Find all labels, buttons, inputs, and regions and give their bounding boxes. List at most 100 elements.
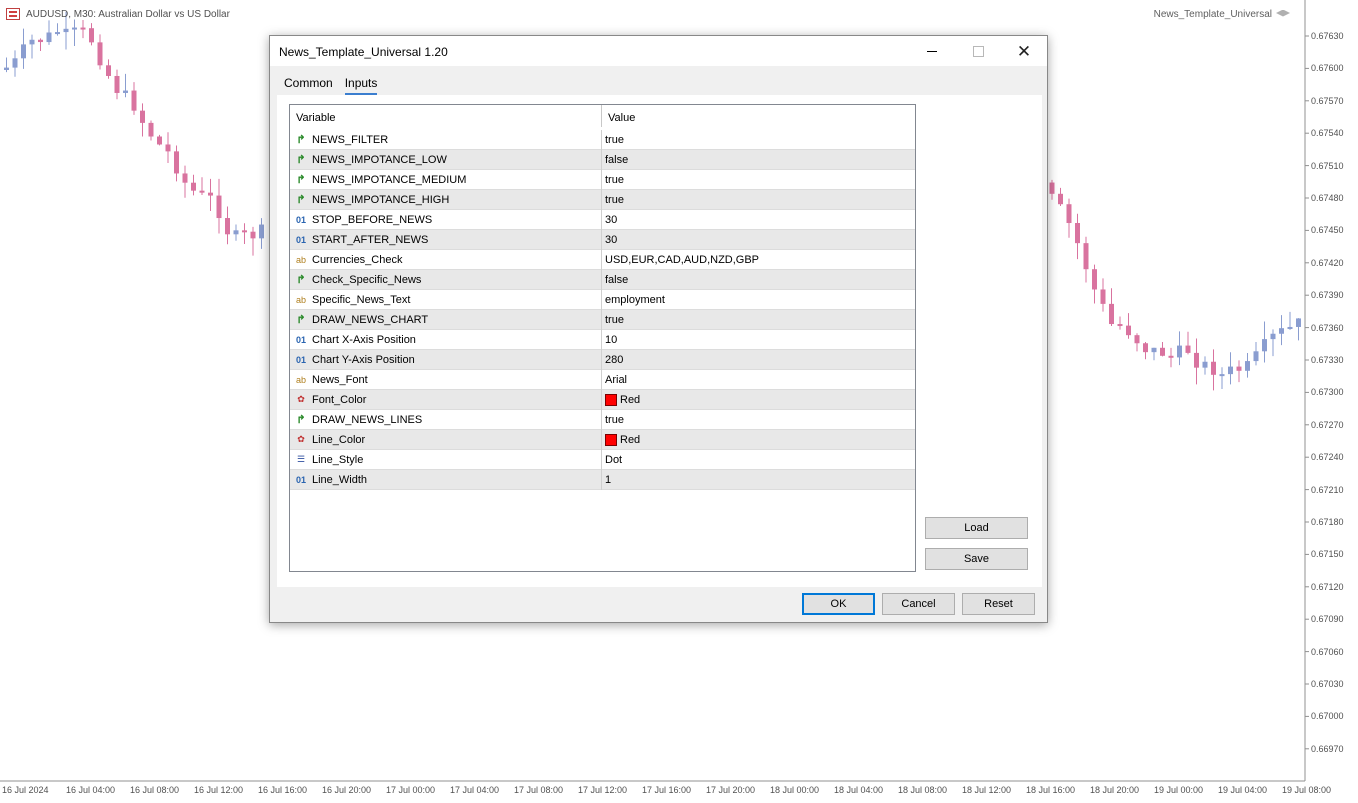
input-row[interactable]: ↱ NEWS_IMPOTANCE_LOW false <box>290 149 915 170</box>
int-icon: 01 <box>295 474 306 485</box>
input-row[interactable]: ab Specific_News_Text employment <box>290 289 915 310</box>
input-row[interactable]: ↱ DRAW_NEWS_LINES true <box>290 409 915 430</box>
time-tick-label: 16 Jul 2024 <box>2 785 49 795</box>
input-value-cell[interactable]: true <box>602 410 915 430</box>
time-tick-label: 18 Jul 04:00 <box>834 785 884 795</box>
expert-advisor-name: News_Template_Universal <box>1153 9 1272 20</box>
input-value-cell[interactable]: employment <box>602 290 915 310</box>
price-tick-label: 0.67480 <box>1311 193 1344 203</box>
input-variable-cell[interactable]: ab Specific_News_Text <box>290 289 602 310</box>
input-value-cell[interactable]: 30 <box>602 230 915 250</box>
input-variable-cell[interactable]: ↱ DRAW_NEWS_LINES <box>290 409 602 430</box>
input-row[interactable]: ↱ DRAW_NEWS_CHART true <box>290 309 915 330</box>
time-tick-label: 17 Jul 04:00 <box>450 785 500 795</box>
graduation-cap-icon <box>1276 9 1290 17</box>
input-value-cell[interactable]: 1 <box>602 470 915 490</box>
input-value-cell[interactable]: 10 <box>602 330 915 350</box>
save-button[interactable]: Save <box>925 548 1028 570</box>
tab-inputs[interactable]: Inputs <box>344 76 378 95</box>
input-variable-cell[interactable]: 01 Chart X-Axis Position <box>290 329 602 350</box>
column-header-value[interactable]: Value <box>602 105 915 127</box>
input-variable-cell[interactable]: ☰ Line_Style <box>290 449 602 470</box>
input-variable-cell[interactable]: ↱ Check_Specific_News <box>290 269 602 290</box>
minimize-button[interactable] <box>909 36 955 66</box>
price-tick-label: 0.67210 <box>1311 484 1344 495</box>
candlestick <box>21 28 26 69</box>
input-value-text: 30 <box>605 233 618 246</box>
chart-symbol-title: AUDUSD, M30: Australian Dollar vs US Dol… <box>26 8 230 20</box>
candlestick <box>1126 313 1131 339</box>
input-variable-cell[interactable]: 01 Line_Width <box>290 469 602 490</box>
input-variable-cell[interactable]: ab News_Font <box>290 369 602 390</box>
input-row[interactable]: ↱ NEWS_FILTER true <box>290 129 915 150</box>
input-value-cell[interactable]: true <box>602 310 915 330</box>
candlestick <box>242 223 247 245</box>
grid-rows: ↱ NEWS_FILTER true ↱ NEWS_IMPOTANCE_LOW false… <box>290 129 915 490</box>
input-value-cell[interactable]: 30 <box>602 210 915 230</box>
price-tick-label: 0.67030 <box>1311 679 1344 689</box>
input-value-text: USD,EUR,CAD,AUD,NZD,GBP <box>605 253 760 266</box>
candlestick <box>208 178 213 212</box>
input-value-cell[interactable]: false <box>602 150 915 170</box>
input-value-cell[interactable]: true <box>602 190 915 210</box>
input-row[interactable]: ↱ NEWS_IMPOTANCE_HIGH true <box>290 189 915 210</box>
input-variable-cell[interactable]: 01 START_AFTER_NEWS <box>290 229 602 250</box>
input-variable-cell[interactable]: ↱ NEWS_IMPOTANCE_HIGH <box>290 189 602 210</box>
input-variable-cell[interactable]: ✿ Line_Color <box>290 429 602 450</box>
chart-menu-icon[interactable] <box>6 8 20 20</box>
maximize-icon <box>972 45 984 57</box>
minimize-icon <box>927 50 937 52</box>
input-variable-cell[interactable]: ↱ DRAW_NEWS_CHART <box>290 309 602 330</box>
reset-button[interactable]: Reset <box>962 593 1035 615</box>
input-variable-cell[interactable]: ↱ NEWS_IMPOTANCE_LOW <box>290 149 602 170</box>
candlestick <box>1279 315 1284 346</box>
input-row[interactable]: ab Currencies_Check USD,EUR,CAD,AUD,NZD,GB… <box>290 249 915 270</box>
load-button[interactable]: Load <box>925 517 1028 539</box>
input-row[interactable]: ab News_Font Arial <box>290 369 915 390</box>
input-value-cell[interactable]: Red <box>602 430 915 450</box>
input-value-text: Red <box>620 393 641 406</box>
dialog-title: News_Template_Universal 1.20 <box>279 45 448 59</box>
input-row[interactable]: 01 STOP_BEFORE_NEWS 30 <box>290 209 915 230</box>
candlestick <box>1049 179 1055 200</box>
input-row[interactable]: ☰ Line_Style Dot <box>290 449 915 470</box>
input-row[interactable]: 01 Line_Width 1 <box>290 469 915 490</box>
ok-button[interactable]: OK <box>802 593 875 615</box>
input-variable-cell[interactable]: ↱ NEWS_IMPOTANCE_MEDIUM <box>290 169 602 190</box>
input-row[interactable]: 01 Chart Y-Axis Position 280 <box>290 349 915 370</box>
candlestick <box>1075 213 1080 260</box>
color-swatch <box>605 393 617 406</box>
close-button[interactable]: ✕ <box>1001 36 1047 66</box>
cancel-button[interactable]: Cancel <box>882 593 955 615</box>
input-variable-cell[interactable]: 01 Chart Y-Axis Position <box>290 349 602 370</box>
candlestick <box>80 20 86 39</box>
time-tick-label: 16 Jul 12:00 <box>194 785 244 795</box>
maximize-button[interactable] <box>955 36 1001 66</box>
input-row[interactable]: 01 START_AFTER_NEWS 30 <box>290 229 915 250</box>
tab-common[interactable]: Common <box>284 76 333 95</box>
bool-icon: ↱ <box>296 314 306 326</box>
column-header-variable[interactable]: Variable <box>290 105 602 127</box>
inputs-grid: Variable Value ↱ NEWS_FILTER true ↱ NEWS_IMP… <box>289 104 916 572</box>
input-variable-cell[interactable]: ↱ NEWS_FILTER <box>290 129 602 150</box>
dialog-titlebar[interactable]: News_Template_Universal 1.20 ✕ <box>270 36 1047 66</box>
color-icon: ✿ <box>297 434 305 444</box>
input-variable-cell[interactable]: 01 STOP_BEFORE_NEWS <box>290 209 602 230</box>
input-value-cell[interactable]: USD,EUR,CAD,AUD,NZD,GBP <box>602 250 915 270</box>
input-row[interactable]: 01 Chart X-Axis Position 10 <box>290 329 915 350</box>
input-value-cell[interactable]: true <box>602 170 915 190</box>
input-row[interactable]: ↱ NEWS_IMPOTANCE_MEDIUM true <box>290 169 915 190</box>
input-value-cell[interactable]: Dot <box>602 450 915 470</box>
input-row[interactable]: ✿ Line_Color Red <box>290 429 915 450</box>
input-value-cell[interactable]: true <box>602 130 915 150</box>
input-variable-cell[interactable]: ✿ Font_Color <box>290 389 602 410</box>
time-tick-label: 16 Jul 16:00 <box>258 785 308 795</box>
candlestick <box>1287 311 1293 330</box>
input-value-cell[interactable]: Red <box>602 390 915 410</box>
input-variable-cell[interactable]: ab Currencies_Check <box>290 249 602 270</box>
input-value-cell[interactable]: 280 <box>602 350 915 370</box>
input-value-cell[interactable]: Arial <box>602 370 915 390</box>
input-value-cell[interactable]: false <box>602 270 915 290</box>
input-row[interactable]: ↱ Check_Specific_News false <box>290 269 915 290</box>
input-row[interactable]: ✿ Font_Color Red <box>290 389 915 410</box>
